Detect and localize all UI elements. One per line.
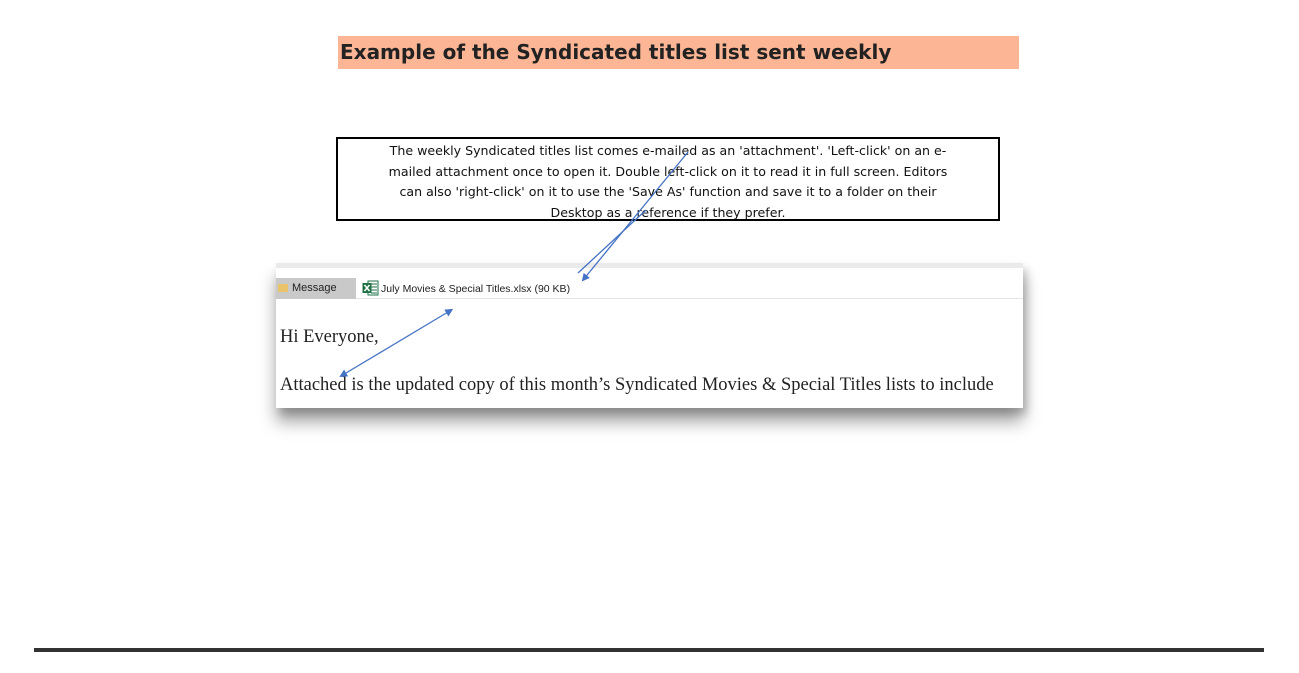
email-body-line: Attached is the updated copy of this mon… xyxy=(280,375,994,395)
excel-file-icon xyxy=(362,280,379,296)
envelope-icon xyxy=(278,284,288,293)
message-tab[interactable]: Message xyxy=(276,278,356,299)
email-greeting: Hi Everyone, xyxy=(280,327,379,347)
footer-divider xyxy=(34,648,1264,652)
instruction-callout: The weekly Syndicated titles list comes … xyxy=(336,137,1000,221)
callout-line: mailed attachment once to open it. Doubl… xyxy=(388,163,948,179)
attachment-bar: Message July Movies & Special Titles.xls… xyxy=(276,263,1023,299)
slide-title: Example of the Syndicated titles list se… xyxy=(338,36,1019,69)
attachment-label: July Movies & Special Titles.xlsx (90 KB… xyxy=(381,283,571,295)
callout-line: The weekly Syndicated titles list comes … xyxy=(389,143,947,158)
callout-line: Desktop as a reference if they prefer. xyxy=(550,204,786,220)
email-screenshot: Message July Movies & Special Titles.xls… xyxy=(276,263,1023,408)
attachment-item[interactable]: July Movies & Special Titles.xlsx (90 KB… xyxy=(362,280,570,298)
message-tab-label: Message xyxy=(292,282,337,294)
callout-line: can also 'right-click' on it to use the … xyxy=(399,184,937,199)
